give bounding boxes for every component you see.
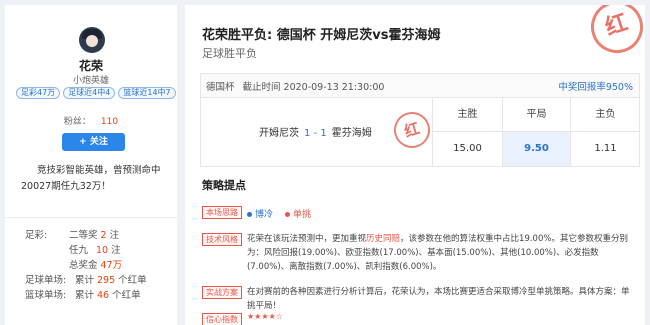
prediction-card: 花荣胜平负: 德国杯 开姆尼茨vs霍芬海姆 足球胜平负 红 德国杯 截止时间 20… (185, 5, 645, 325)
odds-home-win[interactable]: 主胜 15.00 (433, 98, 502, 166)
football-label: 足球单场: (25, 275, 67, 286)
match-teams: 开姆尼茨 1 - 1 霍芬海姆 红 (201, 98, 435, 166)
star-rating-icon: ★★★★☆ (247, 312, 283, 321)
stat-row-erdeng: 足彩: 二等奖 2 注 (25, 228, 147, 243)
basketball-label: 篮球单场: (25, 290, 67, 301)
tech-description: 花荣在该玩法预测中，更加重视历史同赔，该参数在他的算法权重中占比19.00%。其… (247, 234, 628, 272)
total-value: 47万 (100, 260, 123, 271)
odds-header: 主胜 (433, 98, 502, 132)
strategy-options: 博冷 单挑 (247, 207, 311, 220)
red-stamp-icon-small: 红 (389, 107, 435, 153)
zucai-label: 足彩: (25, 230, 48, 241)
basketball-count: 46 (97, 290, 110, 301)
basketball-prefix: 累计 (75, 290, 95, 301)
practice-description: 在对赛前的各种因素进行分析计算后，花荣认为，本场比赛更适合采取博冷型单挑策略。具… (247, 287, 630, 311)
expert-name: 花荣 (78, 59, 103, 73)
stat-row-renjiu: 任九 10 注 (25, 243, 147, 258)
dot-icon (247, 212, 252, 217)
odds-value-selected: 9.50 (503, 132, 570, 166)
renjiu-unit: 注 (111, 245, 121, 256)
expert-stats: 足彩: 二等奖 2 注 任九 10 注 总奖金 47万 足球单场: 累计 295… (25, 228, 147, 303)
tag-tech: 技术风格 (202, 233, 242, 246)
option-bolen: 博冷 (247, 207, 273, 220)
renjiu-label: 任九 (69, 245, 89, 256)
option-dantiao: 单挑 (285, 207, 311, 220)
stat-row-basketball: 篮球单场: 累计 46 个红单 (25, 288, 147, 303)
total-label: 总奖金 (69, 260, 98, 271)
red-stamp-icon: 红 (584, 5, 645, 60)
league-name: 德国杯 (206, 82, 235, 93)
follow-button[interactable]: + 关注 (62, 133, 125, 151)
home-team: 开姆尼茨 (259, 128, 299, 139)
basketball-unit: 个红单 (112, 290, 141, 301)
badge-zucai: 足彩47万 (16, 87, 61, 99)
fans-number: 110 (100, 117, 119, 127)
deadline: 截止时间 2020-09-13 21:30:00 (242, 82, 385, 93)
badge-basketball: 篮球近14中7 (118, 87, 176, 99)
badge-football: 足球近4中4 (63, 87, 116, 99)
expert-profile-card: 花荣 小炮英雄 足彩47万 足球近4中4 篮球近14中7 粉丝： 110 + 关注… (5, 5, 177, 325)
avatar[interactable] (79, 27, 105, 53)
renjiu-count: 10 (96, 245, 109, 256)
match-info-bar: 德国杯 截止时间 2020-09-13 21:30:00 中奖回报率950% (200, 73, 640, 97)
fans-count: 粉丝： 110 (5, 114, 177, 127)
odds-header: 平局 (503, 98, 570, 132)
divider (5, 217, 177, 218)
section-title: 策略提点 (202, 179, 246, 192)
match-score: 1 - 1 (304, 128, 327, 139)
dot-icon (285, 212, 291, 217)
odds-draw[interactable]: 平局 9.50 (502, 98, 571, 166)
football-prefix: 累计 (75, 275, 95, 286)
page-title: 花荣胜平负: 德国杯 开姆尼茨vs霍芬海姆 (202, 28, 441, 43)
erdeng-unit: 注 (109, 230, 120, 241)
stat-row-football: 足球单场: 累计 295 个红单 (25, 273, 147, 288)
odds-value: 15.00 (453, 143, 482, 154)
erdeng-count: 2 (100, 230, 107, 241)
away-team: 霍芬海姆 (331, 128, 372, 139)
return-rate: 中奖回报率950% (558, 82, 633, 93)
odds-header: 主负 (571, 98, 640, 132)
expert-title: 小炮英雄 (72, 76, 109, 86)
achievement-badges: 足彩47万 足球近4中4 篮球近14中7 (16, 87, 176, 99)
odds-home-lose[interactable]: 主负 1.11 (571, 98, 640, 166)
football-count: 295 (97, 275, 116, 286)
expert-intro: 竞技彩智能英雄，曾预测命中20027期任九32万！ (21, 165, 161, 192)
odds-table: 开姆尼茨 1 - 1 霍芬海姆 红 主胜 15.00 平局 9.50 主负 1.11 (200, 97, 640, 167)
stat-row-total: 总奖金 47万 (25, 258, 147, 273)
page-subtitle: 足球胜平负 (202, 47, 257, 60)
tech-highlight: 历史同赔 (366, 234, 401, 244)
fans-label: 粉丝： (63, 117, 91, 127)
football-unit: 个红单 (118, 275, 147, 286)
avatar-face (86, 35, 98, 47)
tag-practice: 实战方案 (202, 286, 242, 299)
tag-confidence: 信心指数 (202, 313, 242, 325)
erdeng-label: 二等奖 (69, 230, 98, 241)
odds-value: 1.11 (594, 143, 617, 154)
tag-thinking: 本场思路 (202, 206, 242, 219)
